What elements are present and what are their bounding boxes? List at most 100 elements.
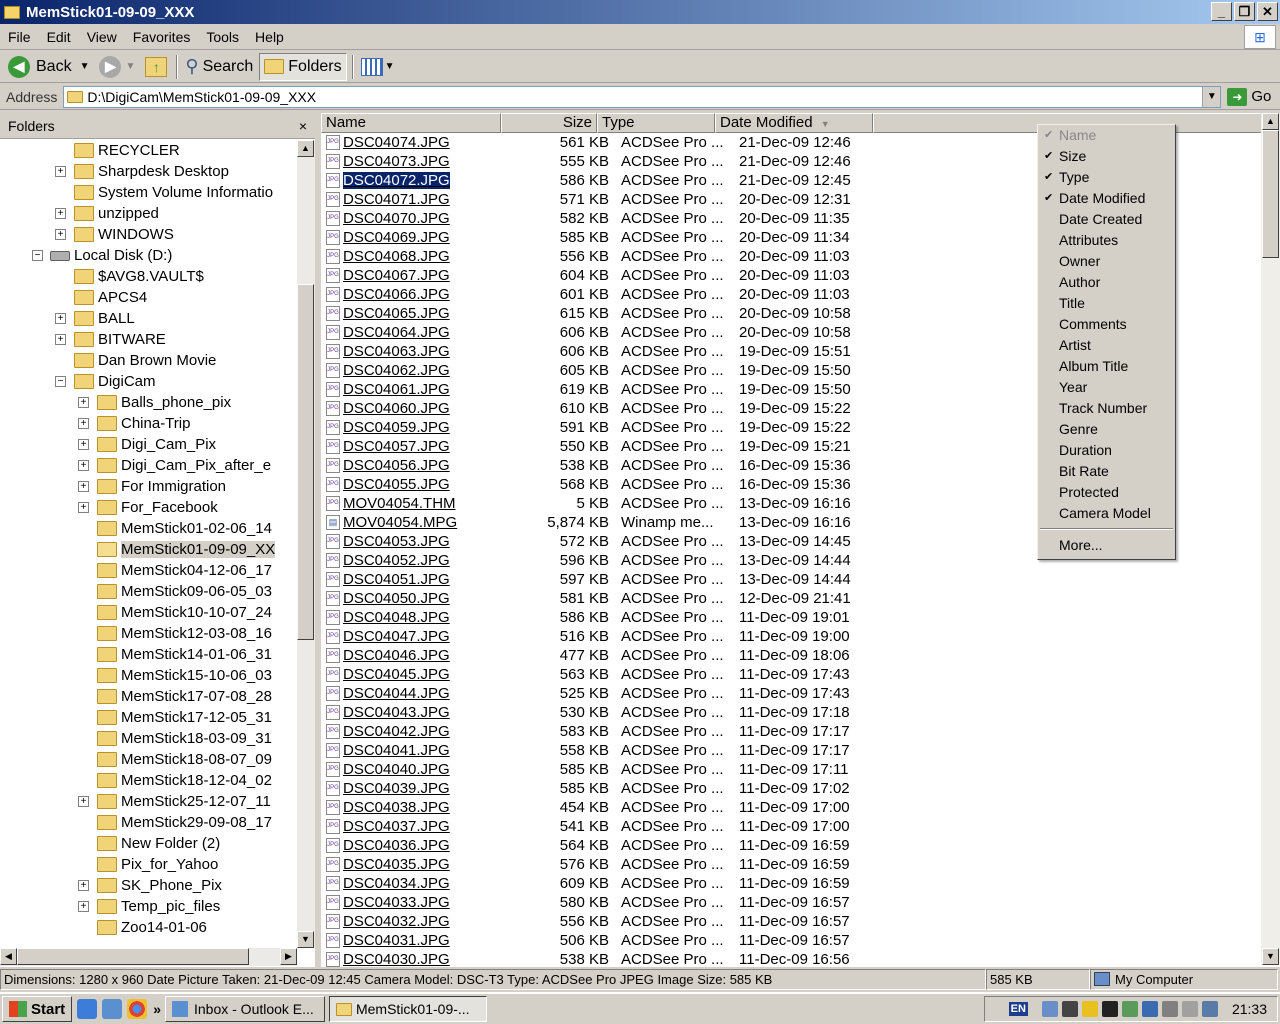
- tree-node[interactable]: + Digi_Cam_Pix: [78, 434, 216, 455]
- column-name[interactable]: Name: [321, 113, 501, 133]
- tree-node[interactable]: MemStick29-09-08_17: [97, 812, 272, 833]
- column-menu-item[interactable]: Album Title: [1038, 356, 1175, 377]
- tree-node[interactable]: + Sharpdesk Desktop: [55, 161, 229, 182]
- tree-node[interactable]: + Digi_Cam_Pix_after_e: [78, 455, 271, 476]
- collapse-icon[interactable]: −: [32, 250, 43, 261]
- file-row[interactable]: JPG DSC04067.JPG 604 KB ACDSee Pro ... 20-De…: [321, 266, 893, 285]
- file-row[interactable]: JPG DSC04062.JPG 605 KB ACDSee Pro ... 19-De…: [321, 361, 893, 380]
- menu-help[interactable]: Help: [247, 29, 292, 45]
- tree-node[interactable]: MemStick17-12-05_31: [97, 707, 272, 728]
- file-name[interactable]: DSC04045.JPG: [342, 666, 519, 683]
- menu-view[interactable]: View: [79, 29, 125, 45]
- expand-icon[interactable]: +: [78, 460, 89, 471]
- file-name[interactable]: DSC04043.JPG: [342, 704, 519, 721]
- file-row[interactable]: JPG DSC04064.JPG 606 KB ACDSee Pro ... 20-De…: [321, 323, 893, 342]
- file-row[interactable]: JPG DSC04036.JPG 564 KB ACDSee Pro ... 11-De…: [321, 836, 893, 855]
- file-name[interactable]: DSC04060.JPG: [342, 400, 519, 417]
- menu-edit[interactable]: Edit: [39, 29, 79, 45]
- tree-node[interactable]: New Folder (2): [97, 833, 220, 854]
- tree-node[interactable]: MemStick04-12-06_17: [97, 560, 272, 581]
- file-row[interactable]: JPG DSC04039.JPG 585 KB ACDSee Pro ... 11-De…: [321, 779, 893, 798]
- usb-icon[interactable]: [1181, 1001, 1198, 1017]
- tree-node[interactable]: Zoo14-01-06: [97, 917, 207, 938]
- close-icon[interactable]: ×: [299, 118, 307, 134]
- file-name[interactable]: DSC04048.JPG: [342, 609, 519, 626]
- menu-tools[interactable]: Tools: [198, 29, 247, 45]
- file-vertical-scrollbar[interactable]: ▲ ▼: [1261, 113, 1280, 965]
- file-name[interactable]: DSC04055.JPG: [342, 476, 519, 493]
- file-name[interactable]: DSC04063.JPG: [342, 343, 519, 360]
- expand-icon[interactable]: +: [55, 229, 66, 240]
- file-name[interactable]: DSC04042.JPG: [342, 723, 519, 740]
- tree-node[interactable]: + unzipped: [55, 203, 159, 224]
- column-menu-item[interactable]: ✔ Type: [1038, 167, 1175, 188]
- tree-node[interactable]: − DigiCam: [55, 371, 156, 392]
- file-name[interactable]: DSC04064.JPG: [342, 324, 519, 341]
- back-button[interactable]: ◀ Back ▼: [4, 53, 93, 81]
- file-row[interactable]: JPG DSC04071.JPG 571 KB ACDSee Pro ... 20-De…: [321, 190, 893, 209]
- file-row[interactable]: JPG DSC04031.JPG 506 KB ACDSee Pro ... 11-De…: [321, 931, 893, 950]
- file-name[interactable]: DSC04065.JPG: [342, 305, 519, 322]
- column-menu-item[interactable]: Track Number: [1038, 398, 1175, 419]
- expand-icon[interactable]: +: [78, 481, 89, 492]
- file-name[interactable]: DSC04037.JPG: [342, 818, 519, 835]
- file-row[interactable]: JPG DSC04068.JPG 556 KB ACDSee Pro ... 20-De…: [321, 247, 893, 266]
- file-row[interactable]: JPG DSC04035.JPG 576 KB ACDSee Pro ... 11-De…: [321, 855, 893, 874]
- file-row[interactable]: JPG DSC04056.JPG 538 KB ACDSee Pro ... 16-De…: [321, 456, 893, 475]
- file-name[interactable]: DSC04057.JPG: [342, 438, 519, 455]
- tree-node[interactable]: MemStick15-10-06_03: [97, 665, 272, 686]
- file-row[interactable]: JPG DSC04053.JPG 572 KB ACDSee Pro ... 13-De…: [321, 532, 893, 551]
- file-name[interactable]: DSC04041.JPG: [342, 742, 519, 759]
- file-row[interactable]: JPG DSC04052.JPG 596 KB ACDSee Pro ... 13-De…: [321, 551, 893, 570]
- volume-icon[interactable]: [1161, 1001, 1178, 1017]
- file-name[interactable]: DSC04073.JPG: [342, 153, 519, 170]
- column-menu-item[interactable]: ✔ Date Modified: [1038, 188, 1175, 209]
- scroll-left-icon[interactable]: ◀: [0, 948, 17, 965]
- minimize-button[interactable]: _: [1211, 2, 1232, 21]
- file-row[interactable]: JPG DSC04045.JPG 563 KB ACDSee Pro ... 11-De…: [321, 665, 893, 684]
- file-row[interactable]: JPG DSC04066.JPG 601 KB ACDSee Pro ... 20-De…: [321, 285, 893, 304]
- tree-node[interactable]: MemStick12-03-08_16: [97, 623, 272, 644]
- scrollbar-thumb[interactable]: [1262, 130, 1279, 258]
- folders-button[interactable]: Folders: [259, 52, 347, 81]
- column-type[interactable]: Type: [597, 113, 715, 133]
- expand-icon[interactable]: +: [55, 313, 66, 324]
- tree-node[interactable]: − Local Disk (D:): [32, 245, 172, 266]
- task-explorer[interactable]: MemStick01-09-...: [328, 996, 487, 1022]
- column-menu-item[interactable]: Owner: [1038, 251, 1175, 272]
- tree-horizontal-scrollbar[interactable]: ◀ ▶: [0, 948, 297, 966]
- scroll-right-icon[interactable]: ▶: [280, 948, 297, 965]
- security-icon[interactable]: [1101, 1001, 1118, 1017]
- expand-icon[interactable]: +: [78, 439, 89, 450]
- file-row[interactable]: JPG DSC04057.JPG 550 KB ACDSee Pro ... 19-De…: [321, 437, 893, 456]
- file-row[interactable]: JPG DSC04061.JPG 619 KB ACDSee Pro ... 19-De…: [321, 380, 893, 399]
- tree-node[interactable]: RECYCLER: [74, 140, 180, 161]
- tree-node[interactable]: + Temp_pic_files: [78, 896, 220, 917]
- tree-node[interactable]: + WINDOWS: [55, 224, 174, 245]
- tree-node[interactable]: + For Immigration: [78, 476, 226, 497]
- file-name[interactable]: DSC04074.JPG: [342, 134, 519, 151]
- file-name[interactable]: MOV04054.THM: [342, 495, 519, 512]
- file-name[interactable]: DSC04061.JPG: [342, 381, 519, 398]
- file-name[interactable]: DSC04050.JPG: [342, 590, 519, 607]
- collapse-icon[interactable]: −: [55, 376, 66, 387]
- norton-icon[interactable]: [1081, 1001, 1098, 1017]
- column-menu-item[interactable]: Year: [1038, 377, 1175, 398]
- file-name[interactable]: DSC04046.JPG: [342, 647, 519, 664]
- file-row[interactable]: JPG DSC04059.JPG 591 KB ACDSee Pro ... 19-De…: [321, 418, 893, 437]
- column-menu-item[interactable]: Author: [1038, 272, 1175, 293]
- tree-node[interactable]: + SK_Phone_Pix: [78, 875, 222, 896]
- tree-node[interactable]: + China-Trip: [78, 413, 190, 434]
- file-row[interactable]: JPG DSC04040.JPG 585 KB ACDSee Pro ... 11-De…: [321, 760, 893, 779]
- file-row[interactable]: JPG DSC04038.JPG 454 KB ACDSee Pro ... 11-De…: [321, 798, 893, 817]
- tree-node[interactable]: MemStick10-10-07_24: [97, 602, 272, 623]
- tree-node[interactable]: MemStick17-07-08_28: [97, 686, 272, 707]
- file-row[interactable]: JPG DSC04073.JPG 555 KB ACDSee Pro ... 21-De…: [321, 152, 893, 171]
- file-row[interactable]: JPG DSC04063.JPG 606 KB ACDSee Pro ... 19-De…: [321, 342, 893, 361]
- chevron-down-icon[interactable]: ▼: [1202, 86, 1221, 107]
- tree-node[interactable]: + BITWARE: [55, 329, 166, 350]
- update-icon[interactable]: [1121, 1001, 1138, 1017]
- expand-icon[interactable]: +: [78, 502, 89, 513]
- file-row[interactable]: JPG DSC04065.JPG 615 KB ACDSee Pro ... 20-De…: [321, 304, 893, 323]
- network-icon[interactable]: [1041, 1001, 1058, 1017]
